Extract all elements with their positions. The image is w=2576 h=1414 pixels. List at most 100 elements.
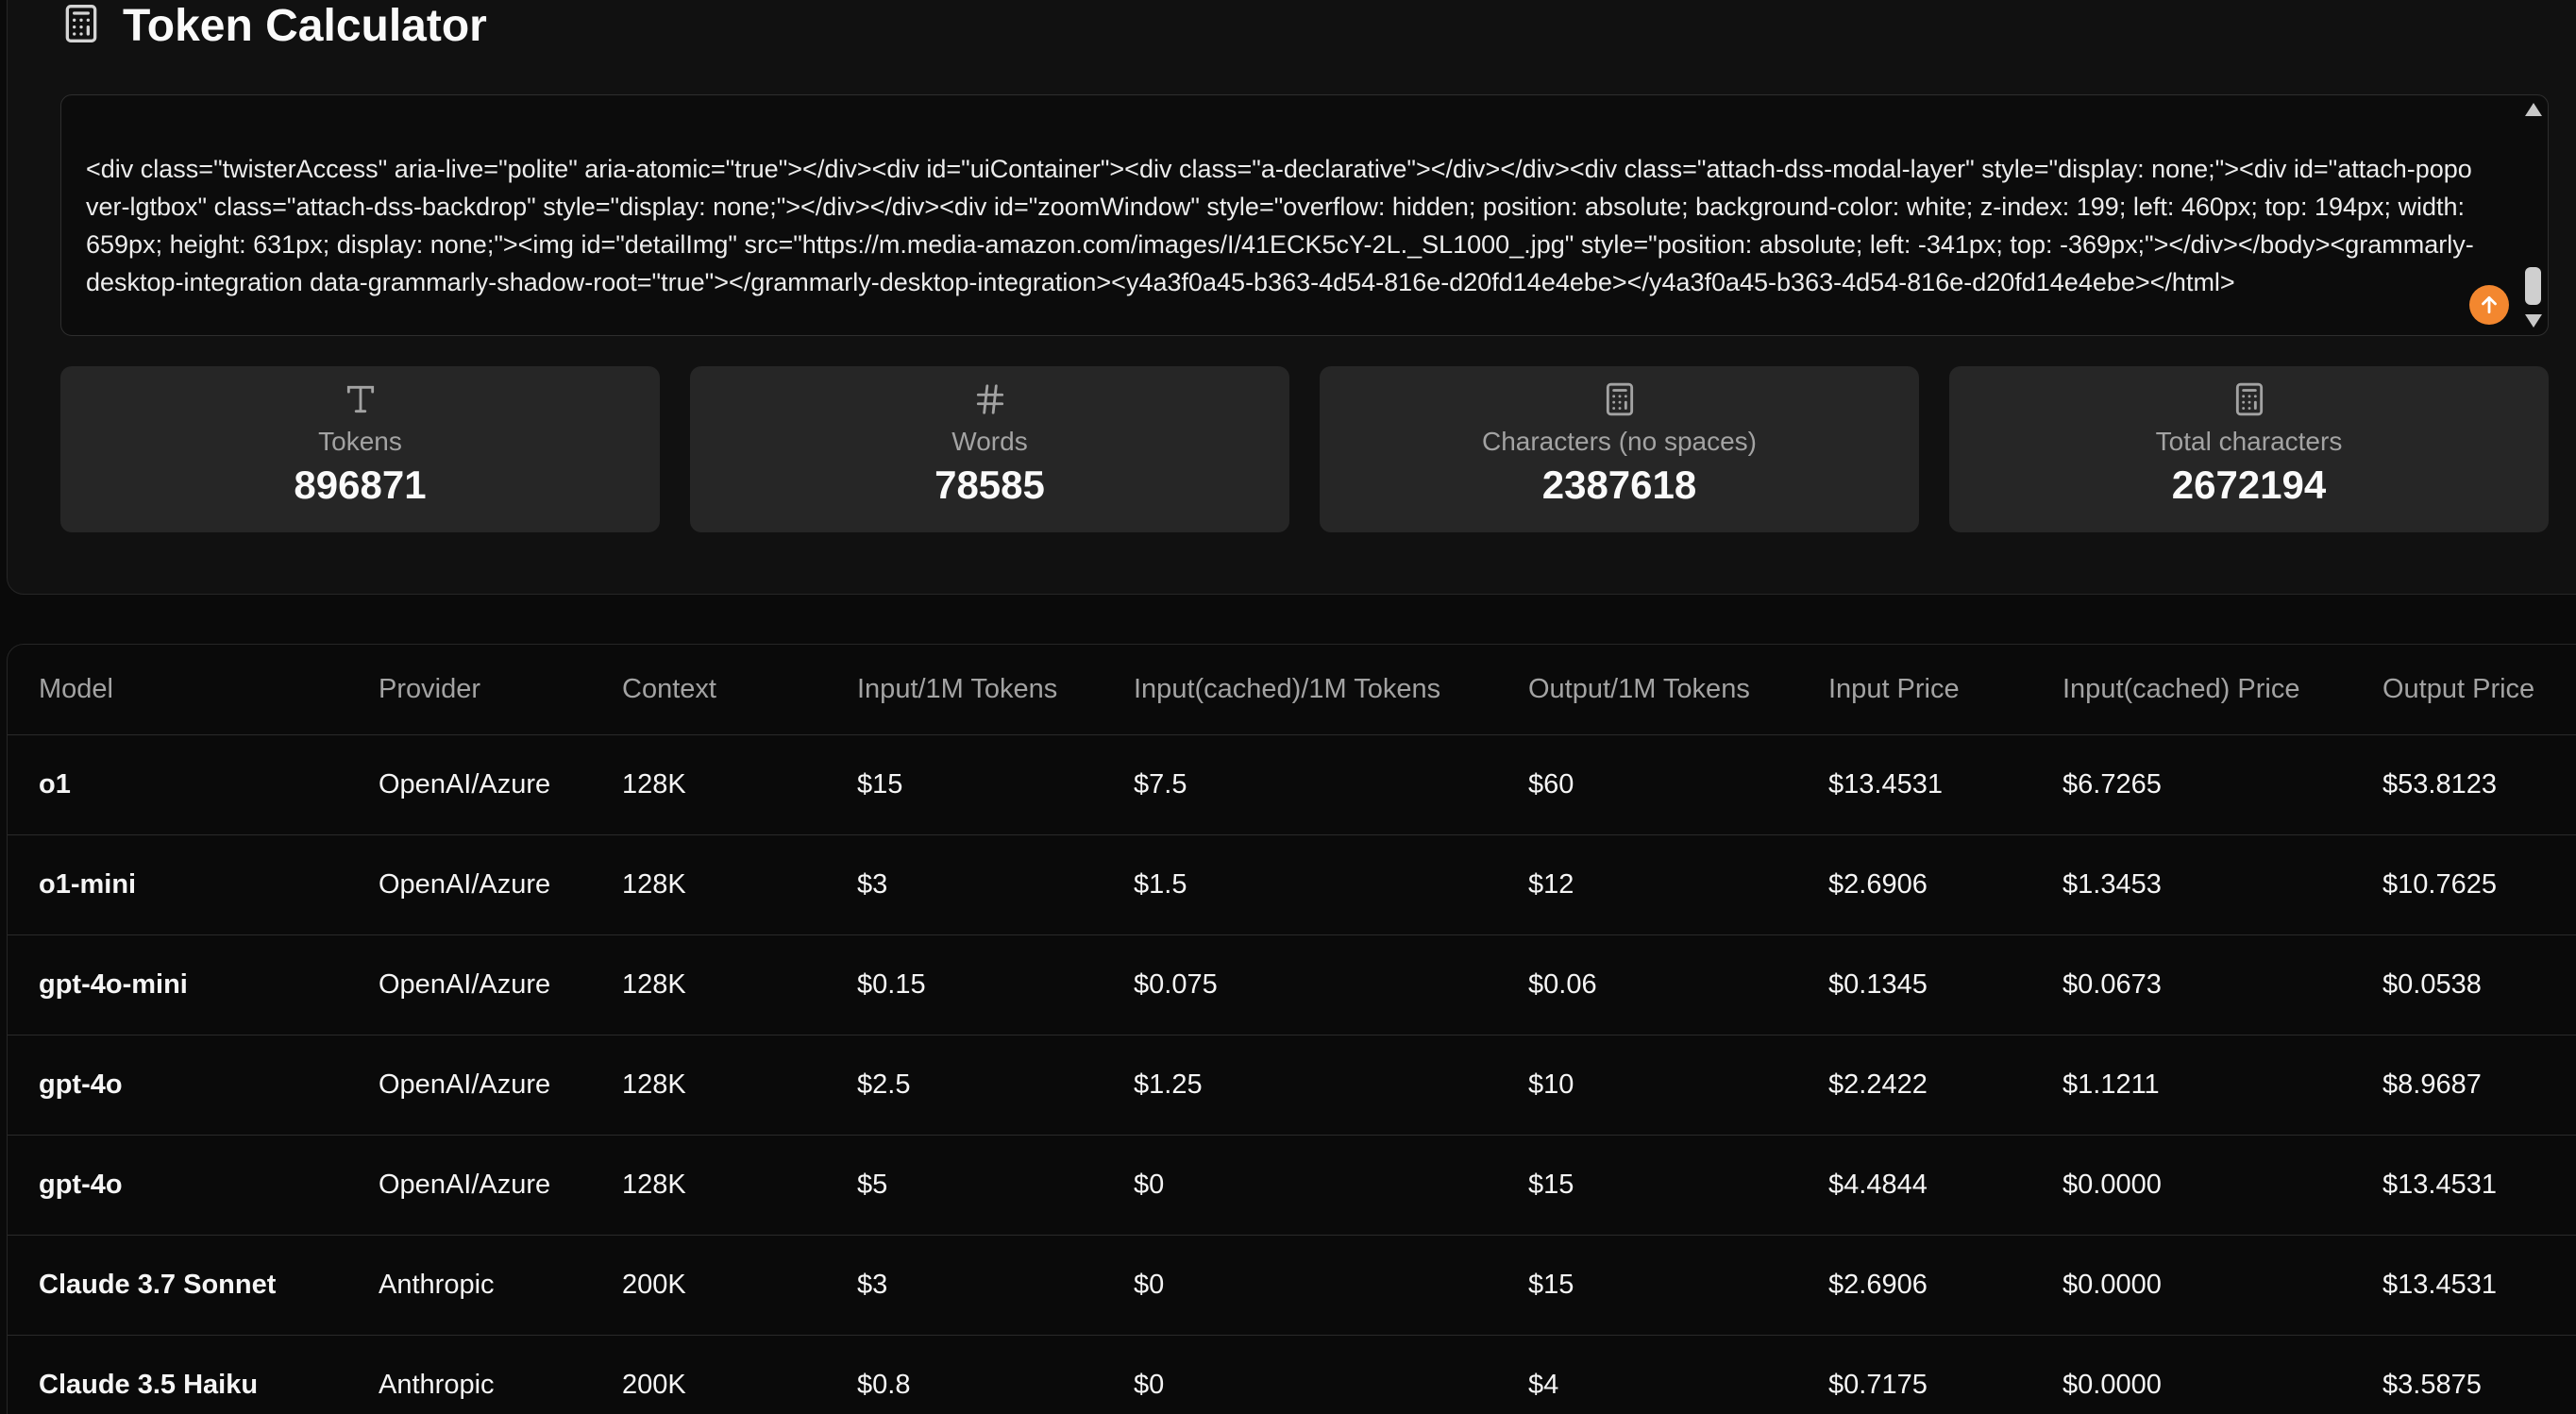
cell-input-price: $2.6906 <box>1828 869 1928 900</box>
stat-label: Words <box>951 427 1028 456</box>
cell-input-cached-per-1m: $0 <box>1134 1370 1165 1400</box>
column-header-input-per-1m[interactable]: Input/1M Tokens <box>857 645 1057 734</box>
textarea-scrollbar[interactable] <box>2519 95 2548 335</box>
cell-output-per-1m: $12 <box>1528 869 1574 900</box>
cell-provider: OpenAI/Azure <box>379 869 551 900</box>
calculator-icon <box>2235 382 2263 416</box>
stat-value: 896871 <box>294 463 427 507</box>
cell-input-per-1m: $5 <box>857 1170 888 1200</box>
cell-output-price: $53.8123 <box>2382 769 2497 800</box>
table-row: gpt-4o OpenAI/Azure 128K $2.5 $1.25 $10 … <box>8 1035 2576 1136</box>
cell-output-per-1m: $15 <box>1528 1270 1574 1300</box>
token-calculator-page: Token Calculator <div class="twisterAcce… <box>0 0 2576 1414</box>
cell-context: 128K <box>622 769 686 800</box>
cell-input-price: $2.6906 <box>1828 1270 1928 1300</box>
cell-input-price: $0.1345 <box>1828 969 1928 1000</box>
cell-output-per-1m: $0.06 <box>1528 969 1597 1000</box>
cell-input-per-1m: $0.8 <box>857 1370 911 1400</box>
cell-input-price: $4.4844 <box>1828 1170 1928 1200</box>
arrow-up-icon <box>2482 296 2497 313</box>
stat-label: Total characters <box>2155 427 2343 456</box>
cell-output-price: $0.0538 <box>2382 969 2482 1000</box>
text-input-content[interactable]: <div class="twisterAccess" aria-live="po… <box>86 150 2474 301</box>
cell-context: 128K <box>622 1069 686 1100</box>
stat-value: 2672194 <box>2171 463 2327 507</box>
cell-context: 128K <box>622 869 686 900</box>
cell-input-price: $2.2422 <box>1828 1069 1928 1100</box>
stat-value: 78585 <box>934 463 1045 507</box>
cell-output-per-1m: $60 <box>1528 769 1574 800</box>
calculator-icon <box>60 3 102 49</box>
scroll-down-arrow-icon[interactable] <box>2525 314 2542 328</box>
text-input-area[interactable]: <div class="twisterAccess" aria-live="po… <box>60 94 2549 336</box>
cell-input-per-1m: $3 <box>857 1270 888 1300</box>
cell-model: gpt-4o <box>39 1170 123 1200</box>
cell-model: Claude 3.5 Haiku <box>39 1370 259 1400</box>
stat-value: 2387618 <box>1541 463 1697 507</box>
stats-row: Tokens 896871 Words 78585 Characters (no… <box>60 366 2549 532</box>
column-header-input-cached-per-1m[interactable]: Input(cached)/1M Tokens <box>1134 645 1440 734</box>
page-title: Token Calculator <box>123 0 487 51</box>
cell-input-cached-price: $0.0673 <box>2062 969 2162 1000</box>
column-header-input-price[interactable]: Input Price <box>1828 645 1960 734</box>
scroll-thumb[interactable] <box>2525 267 2541 305</box>
cell-provider: Anthropic <box>379 1370 495 1400</box>
cell-context: 200K <box>622 1370 686 1400</box>
column-header-output-per-1m[interactable]: Output/1M Tokens <box>1528 645 1750 734</box>
cell-input-cached-price: $1.1211 <box>2062 1069 2160 1100</box>
cell-context: 200K <box>622 1270 686 1300</box>
cell-input-cached-per-1m: $0 <box>1134 1170 1165 1200</box>
pricing-table: Model Provider Context Input/1M Tokens I… <box>7 644 2576 1414</box>
scroll-to-top-button[interactable] <box>2469 285 2509 325</box>
cell-input-cached-price: $0.0000 <box>2062 1270 2162 1300</box>
column-header-context[interactable]: Context <box>622 645 716 734</box>
hash-icon <box>976 384 1003 414</box>
table-row: o1-mini OpenAI/Azure 128K $3 $1.5 $12 $2… <box>8 835 2576 935</box>
cell-output-price: $8.9687 <box>2382 1069 2482 1100</box>
cell-input-price: $0.7175 <box>1828 1370 1928 1400</box>
cell-context: 128K <box>622 969 686 1000</box>
cell-input-cached-per-1m: $0.075 <box>1134 969 1218 1000</box>
column-header-output-price[interactable]: Output Price <box>2382 645 2534 734</box>
calculator-card: Token Calculator <div class="twisterAcce… <box>7 0 2576 595</box>
cell-context: 128K <box>622 1170 686 1200</box>
cell-output-price: $10.7625 <box>2382 869 2497 900</box>
cell-input-cached-per-1m: $1.25 <box>1134 1069 1203 1100</box>
column-header-input-cached-price[interactable]: Input(cached) Price <box>2062 645 2299 734</box>
stat-characters-no-spaces: Characters (no spaces) 2387618 <box>1320 366 1919 532</box>
scroll-up-arrow-icon[interactable] <box>2525 103 2542 116</box>
cell-provider: OpenAI/Azure <box>379 1170 551 1200</box>
cell-model: gpt-4o-mini <box>39 969 188 1000</box>
cell-output-price: $13.4531 <box>2382 1270 2497 1300</box>
cell-input-cached-price: $6.7265 <box>2062 769 2162 800</box>
cell-provider: OpenAI/Azure <box>379 769 551 800</box>
cell-input-per-1m: $15 <box>857 769 903 800</box>
cell-input-per-1m: $2.5 <box>857 1069 911 1100</box>
text-type-icon <box>346 385 374 413</box>
cell-input-cached-price: $0.0000 <box>2062 1170 2162 1200</box>
cell-output-price: $3.5875 <box>2382 1370 2482 1400</box>
cell-provider: Anthropic <box>379 1270 495 1300</box>
table-row: o1 OpenAI/Azure 128K $15 $7.5 $60 $13.45… <box>8 735 2576 835</box>
cell-input-cached-price: $1.3453 <box>2062 869 2162 900</box>
cell-input-per-1m: $0.15 <box>857 969 926 1000</box>
table-row: Claude 3.7 Sonnet Anthropic 200K $3 $0 $… <box>8 1236 2576 1336</box>
cell-model: gpt-4o <box>39 1069 123 1100</box>
cell-output-per-1m: $10 <box>1528 1069 1574 1100</box>
cell-input-price: $13.4531 <box>1828 769 1943 800</box>
cell-output-per-1m: $15 <box>1528 1170 1574 1200</box>
stat-total-characters: Total characters 2672194 <box>1949 366 2549 532</box>
table-row: Claude 3.5 Haiku Anthropic 200K $0.8 $0 … <box>8 1336 2576 1414</box>
calculator-icon <box>1606 382 1633 416</box>
stat-words: Words 78585 <box>690 366 1289 532</box>
stat-label: Tokens <box>318 427 402 456</box>
cell-input-cached-per-1m: $7.5 <box>1134 769 1187 800</box>
column-header-model[interactable]: Model <box>39 645 113 734</box>
cell-provider: OpenAI/Azure <box>379 969 551 1000</box>
column-header-provider[interactable]: Provider <box>379 645 480 734</box>
table-header-row: Model Provider Context Input/1M Tokens I… <box>8 645 2576 735</box>
cell-output-price: $13.4531 <box>2382 1170 2497 1200</box>
cell-input-cached-price: $0.0000 <box>2062 1370 2162 1400</box>
cell-input-per-1m: $3 <box>857 869 888 900</box>
cell-model: o1-mini <box>39 869 137 900</box>
